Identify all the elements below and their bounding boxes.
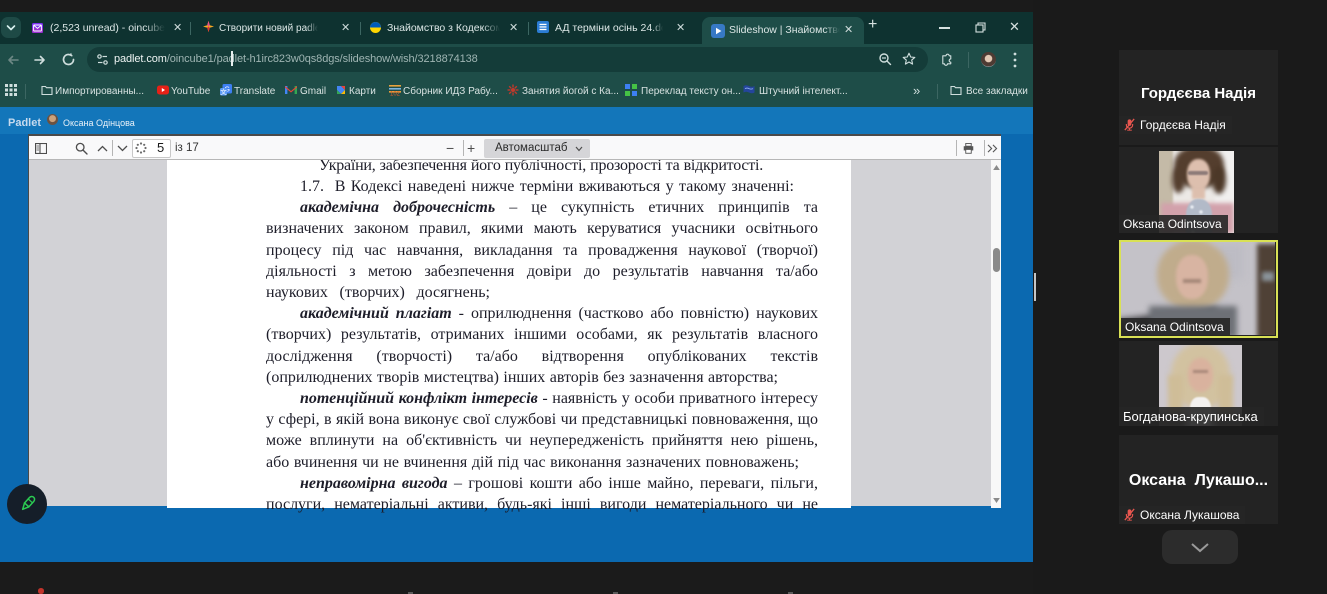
svg-text:102: 102 bbox=[390, 92, 401, 97]
svg-text:文: 文 bbox=[220, 87, 227, 96]
